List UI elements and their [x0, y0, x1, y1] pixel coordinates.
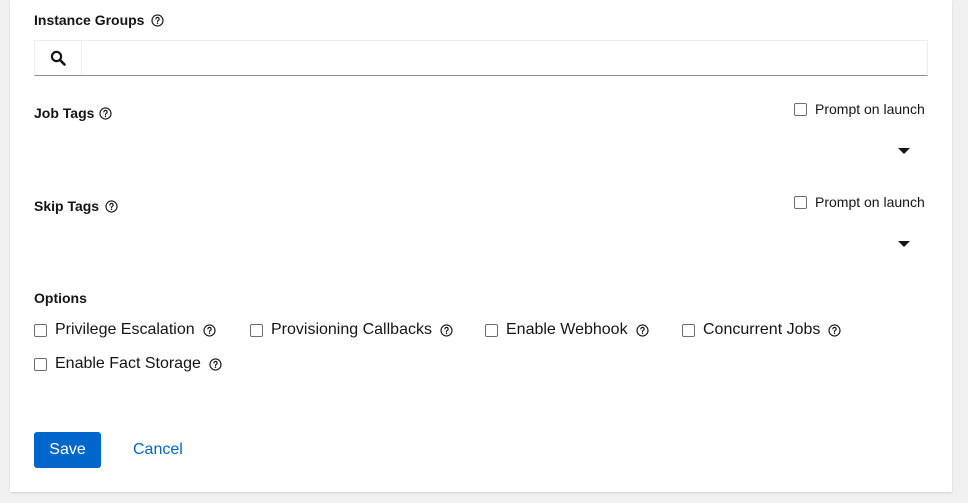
job-tags-prompt-on-launch[interactable]: Prompt on launch — [794, 101, 925, 117]
enable-fact-storage-checkbox[interactable] — [34, 357, 47, 371]
options-label: Options — [34, 290, 87, 306]
question-circle-icon[interactable] — [203, 323, 216, 337]
privilege-escalation-label: Privilege Escalation — [55, 321, 195, 338]
cancel-button[interactable]: Cancel — [133, 432, 183, 468]
job-tags-prompt-checkbox[interactable] — [794, 102, 807, 116]
option-enable-webhook[interactable]: Enable Webhook — [485, 321, 649, 339]
question-circle-icon[interactable] — [440, 323, 453, 337]
search-icon — [50, 50, 66, 66]
caret-down-icon[interactable] — [898, 241, 910, 247]
provisioning-callbacks-label: Provisioning Callbacks — [271, 321, 432, 338]
skip-tags-prompt-on-launch[interactable]: Prompt on launch — [794, 194, 925, 210]
form-card: Instance Groups Job Tags Prompt on launc… — [10, 0, 952, 492]
privilege-escalation-checkbox[interactable] — [34, 323, 47, 337]
caret-down-icon[interactable] — [898, 148, 910, 154]
question-circle-icon[interactable] — [828, 323, 841, 337]
option-enable-fact-storage[interactable]: Enable Fact Storage — [34, 355, 222, 373]
question-circle-icon[interactable] — [105, 199, 118, 213]
option-provisioning-callbacks[interactable]: Provisioning Callbacks — [250, 321, 453, 339]
concurrent-jobs-label: Concurrent Jobs — [703, 321, 821, 338]
options-label-text: Options — [34, 290, 87, 306]
job-tags-label-row: Job Tags — [34, 105, 113, 121]
job-tags-label: Job Tags — [34, 105, 95, 121]
enable-webhook-checkbox[interactable] — [485, 323, 498, 337]
search-button[interactable] — [35, 41, 82, 75]
question-circle-icon[interactable] — [635, 323, 649, 337]
instance-groups-input[interactable] — [82, 41, 927, 75]
enable-webhook-label: Enable Webhook — [506, 321, 628, 338]
provisioning-callbacks-checkbox[interactable] — [250, 323, 263, 337]
option-privilege-escalation[interactable]: Privilege Escalation — [34, 321, 216, 339]
skip-tags-label: Skip Tags — [34, 198, 100, 214]
skip-tags-prompt-label: Prompt on launch — [815, 194, 925, 210]
option-concurrent-jobs[interactable]: Concurrent Jobs — [682, 321, 841, 339]
question-circle-icon[interactable] — [209, 357, 222, 371]
enable-fact-storage-label: Enable Fact Storage — [55, 355, 201, 372]
job-tags-prompt-label: Prompt on launch — [815, 101, 925, 117]
question-circle-icon[interactable] — [151, 13, 165, 27]
question-circle-icon[interactable] — [99, 106, 113, 120]
save-button[interactable]: Save — [34, 432, 101, 468]
instance-groups-label: Instance Groups — [34, 12, 145, 28]
instance-groups-lookup — [34, 40, 928, 76]
instance-groups-label-row: Instance Groups — [34, 12, 165, 28]
skip-tags-label-row: Skip Tags — [34, 198, 118, 214]
skip-tags-prompt-checkbox[interactable] — [794, 195, 807, 209]
concurrent-jobs-checkbox[interactable] — [682, 323, 695, 337]
